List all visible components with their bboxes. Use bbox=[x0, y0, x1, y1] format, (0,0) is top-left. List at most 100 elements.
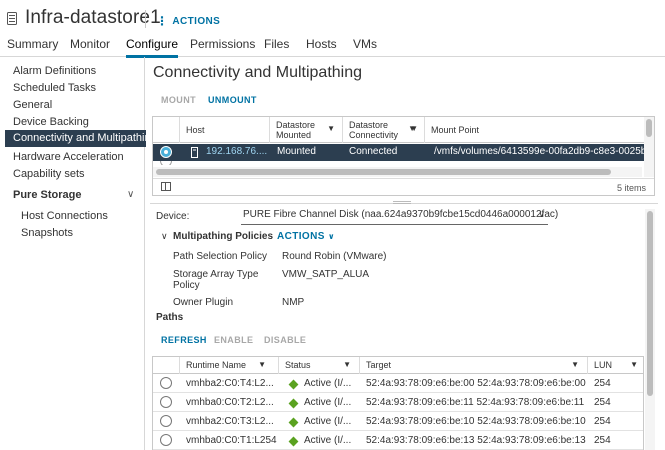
host-icon bbox=[191, 147, 198, 161]
row-radio[interactable] bbox=[160, 415, 172, 427]
tab-permissions[interactable]: Permissions bbox=[190, 37, 255, 51]
runtime-cell: vmhba0:C0:T2:L2... bbox=[186, 397, 274, 408]
header-actions-label: ACTIONS bbox=[172, 16, 221, 27]
column-header-connectivity[interactable]: Datastore Connectivity ▼ bbox=[342, 117, 424, 143]
scrollbar-thumb[interactable] bbox=[646, 119, 652, 137]
filter-icon[interactable]: ▼ bbox=[410, 124, 418, 134]
host-link[interactable]: 192.168.76.... bbox=[206, 146, 267, 157]
configure-sidebar: Alarm Definitions Scheduled Tasks Genera… bbox=[0, 57, 157, 450]
horizontal-scrollbar[interactable] bbox=[153, 167, 642, 177]
paths-grid-header: Runtime Name ▼ Status ▼ Target ▼ LUN ▼ bbox=[153, 357, 643, 374]
chevron-down-icon[interactable]: ∨ bbox=[127, 189, 134, 200]
column-header-runtime-name[interactable]: Runtime Name ▼ bbox=[179, 357, 271, 374]
collapse-chevron-icon[interactable]: ∨ bbox=[161, 231, 168, 242]
sidebar-item-capability-sets[interactable]: Capability sets bbox=[13, 168, 85, 180]
scrollbar-thumb[interactable] bbox=[647, 211, 653, 396]
table-row[interactable]: vmhba0:C0:T1:L254 Active (I/... 52:4a:93… bbox=[153, 431, 643, 450]
column-header-lun[interactable]: LUN ▼ bbox=[587, 357, 643, 374]
sidebar-item-alarm-definitions[interactable]: Alarm Definitions bbox=[13, 65, 96, 77]
sidebar-item-host-connections[interactable]: Host Connections bbox=[21, 210, 108, 222]
mount-button[interactable]: MOUNT bbox=[161, 95, 196, 105]
hosts-grid: Host ▼ Datastore Mounted ▼ Datastore Conne… bbox=[152, 116, 655, 196]
sidebar-item-connectivity-multipathing[interactable]: Connectivity and Multipathing bbox=[5, 130, 157, 147]
row-radio[interactable] bbox=[160, 377, 172, 389]
column-header-mounted[interactable]: Datastore Mounted ▼ bbox=[269, 117, 341, 143]
policy-value: NMP bbox=[282, 297, 305, 308]
table-row[interactable]: vmhba2:C0:T4:L2... Active (I/... 52:4a:9… bbox=[153, 374, 643, 393]
sidebar-item-general[interactable]: General bbox=[13, 99, 52, 111]
table-row[interactable]: 192.168.76.... Mounted Connected /vmfs/v… bbox=[153, 144, 654, 161]
tab-vms[interactable]: VMs bbox=[353, 37, 377, 51]
status-cell: Active (I/... bbox=[304, 416, 352, 427]
column-toggle-icon[interactable] bbox=[161, 182, 171, 191]
column-target-label: Target bbox=[366, 360, 392, 370]
paths-grid: Runtime Name ▼ Status ▼ Target ▼ LUN ▼ vmhba… bbox=[152, 356, 644, 450]
tab-monitor[interactable]: Monitor bbox=[70, 37, 110, 51]
runtime-cell: vmhba2:C0:T3:L2... bbox=[186, 416, 274, 427]
filter-icon[interactable]: ▼ bbox=[630, 360, 638, 369]
row-radio[interactable] bbox=[160, 161, 172, 165]
status-active-icon bbox=[288, 398, 299, 409]
header-actions-button[interactable]: ⋮ ACTIONS bbox=[156, 13, 221, 28]
runtime-cell: vmhba0:C0:T1:L254 bbox=[186, 435, 277, 446]
target-cell: 52:4a:93:78:09:e6:be:13 52:4a:93:78:09:e… bbox=[366, 435, 586, 446]
scrollbar-thumb[interactable] bbox=[156, 169, 611, 175]
chevron-down-icon: ∨ bbox=[538, 209, 545, 219]
status-active-icon bbox=[288, 436, 299, 447]
table-row[interactable]: vmhba0:C0:T2:L2... Active (I/... 52:4a:9… bbox=[153, 393, 643, 412]
filter-icon[interactable]: ▼ bbox=[258, 360, 266, 369]
kebab-icon: ⋮ bbox=[156, 14, 169, 28]
row-radio[interactable] bbox=[160, 396, 172, 408]
lun-cell: 254 bbox=[594, 435, 611, 446]
tab-hosts[interactable]: Hosts bbox=[306, 37, 337, 51]
sidebar-item-device-backing[interactable]: Device Backing bbox=[13, 116, 89, 128]
table-row[interactable]: vmhba2:C0:T3:L2... Active (I/... 52:4a:9… bbox=[153, 412, 643, 431]
column-mount-point-label: Mount Point bbox=[431, 125, 480, 135]
status-active-icon bbox=[288, 417, 299, 428]
multipathing-title: Multipathing Policies bbox=[173, 231, 274, 242]
tab-bar: Summary Monitor Configure Permissions Fi… bbox=[0, 34, 665, 58]
column-header-target[interactable]: Target ▼ bbox=[359, 357, 584, 374]
tab-configure[interactable]: Configure bbox=[126, 37, 179, 58]
column-header-status[interactable]: Status ▼ bbox=[278, 357, 356, 374]
device-select[interactable]: PURE Fibre Channel Disk (naa.624a9370b9f… bbox=[241, 209, 558, 225]
status-cell: Active (I/... bbox=[304, 397, 352, 408]
object-header: Infra-datastore1 ⋮ ACTIONS bbox=[0, 0, 665, 34]
row-radio[interactable] bbox=[160, 434, 172, 446]
filter-icon[interactable]: ▼ bbox=[327, 124, 335, 134]
disable-button[interactable]: DISABLE bbox=[264, 335, 306, 345]
multipathing-actions-button[interactable]: ACTIONS ∨ bbox=[277, 231, 335, 242]
filter-icon[interactable]: ▼ bbox=[343, 360, 351, 369]
column-status-label: Status bbox=[285, 360, 311, 370]
device-label: Device: bbox=[156, 211, 190, 222]
section-title: Connectivity and Multipathing bbox=[153, 64, 363, 81]
lun-cell: 254 bbox=[594, 416, 611, 427]
sidebar-item-hardware-acceleration[interactable]: Hardware Acceleration bbox=[13, 151, 124, 163]
policy-key: Path Selection Policy bbox=[173, 251, 267, 262]
device-value: PURE Fibre Channel Disk (naa.624a9370b9f… bbox=[243, 209, 559, 220]
target-cell: 52:4a:93:78:09:e6:be:00 52:4a:93:78:09:e… bbox=[366, 378, 586, 389]
filter-icon[interactable]: ▼ bbox=[571, 360, 579, 369]
tab-summary[interactable]: Summary bbox=[7, 37, 58, 51]
sidebar-item-snapshots[interactable]: Snapshots bbox=[21, 227, 73, 239]
detail-vertical-scrollbar[interactable] bbox=[645, 209, 655, 450]
connectivity-cell: Connected bbox=[349, 146, 398, 157]
vertical-scrollbar[interactable] bbox=[644, 117, 654, 177]
status-cell: Active (I/... bbox=[304, 435, 352, 446]
status-active-icon bbox=[288, 379, 299, 390]
paths-label: Paths bbox=[156, 312, 184, 323]
grid-footer: 5 items bbox=[153, 178, 654, 195]
target-cell: 52:4a:93:78:09:e6:be:10 52:4a:93:78:09:e… bbox=[366, 416, 586, 427]
sidebar-item-scheduled-tasks[interactable]: Scheduled Tasks bbox=[13, 82, 96, 94]
tab-files[interactable]: Files bbox=[264, 37, 289, 51]
row-radio-selected[interactable] bbox=[160, 146, 172, 158]
unmount-button[interactable]: UNMOUNT bbox=[208, 95, 257, 105]
column-header-mount-point[interactable]: Mount Point bbox=[424, 117, 644, 143]
sidebar-group-pure-storage[interactable]: Pure Storage bbox=[13, 189, 81, 201]
lun-cell: 254 bbox=[594, 397, 611, 408]
lun-cell: 254 bbox=[594, 378, 611, 389]
resize-handle[interactable] bbox=[393, 201, 411, 204]
refresh-button[interactable]: REFRESH bbox=[161, 335, 207, 345]
column-lun-label: LUN bbox=[594, 360, 613, 370]
enable-button[interactable]: ENABLE bbox=[214, 335, 253, 345]
